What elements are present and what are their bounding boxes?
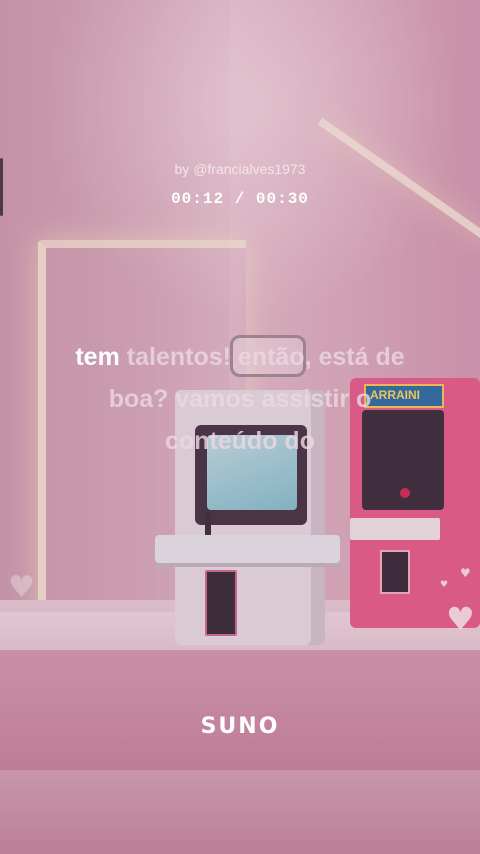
active-lyric-word: tem xyxy=(75,343,120,371)
lyric-line-1: talentos! então, está de xyxy=(126,343,405,371)
suno-logo[interactable]: SUNO xyxy=(0,714,480,739)
lyrics-block: tem talentos! então, está de boa? vamos … xyxy=(40,336,440,462)
playback-time: 00:12 / 00:30 xyxy=(171,190,309,208)
lyric-line-2: boa? vamos assistir o xyxy=(108,385,372,413)
author-credit[interactable]: by @francialves1973 xyxy=(0,161,480,177)
lyric-line-3: conteúdo do xyxy=(165,427,315,455)
